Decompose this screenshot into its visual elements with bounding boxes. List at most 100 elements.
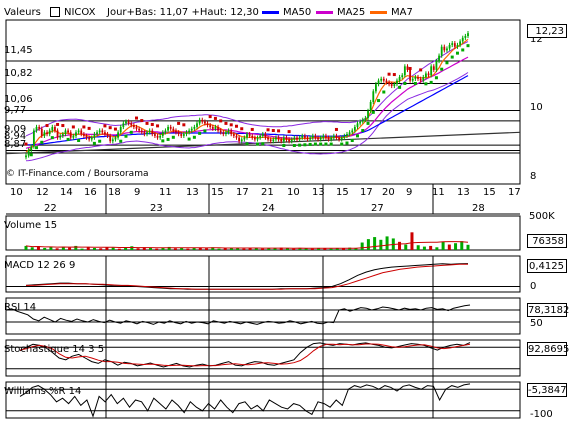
candle-body — [96, 132, 98, 135]
field-label: Valeurs — [4, 7, 41, 18]
candle-body — [348, 132, 351, 135]
volume-bar — [68, 247, 72, 250]
sar-dot — [240, 127, 244, 131]
candle-body — [148, 130, 151, 133]
sar-dot — [340, 142, 344, 146]
x-day-tick-label: 13 — [457, 187, 470, 198]
volume-bar — [466, 244, 470, 250]
sar-dot — [424, 82, 428, 86]
candle-body — [430, 66, 433, 76]
sar-dot — [56, 122, 60, 126]
sar-dot — [250, 127, 254, 131]
x-day-tick-label: 9 — [406, 187, 412, 198]
candle-body — [301, 135, 304, 138]
volume-bar — [435, 247, 439, 250]
candle-body — [27, 150, 30, 156]
candle-body — [409, 69, 412, 81]
williams-title: Williams %R 14 — [4, 386, 82, 397]
candle-body — [396, 80, 398, 85]
sar-dot — [71, 125, 75, 129]
candle-body — [417, 77, 419, 79]
candle-body — [380, 78, 383, 81]
x-day-tick-label: 12 — [36, 187, 49, 198]
candle-body — [56, 130, 59, 138]
candle-body — [77, 130, 80, 133]
candle-body — [325, 135, 327, 138]
candle-body — [219, 130, 222, 133]
sar-dot — [61, 124, 65, 128]
volume-bar — [416, 245, 420, 250]
candle-body — [346, 134, 348, 136]
candle-body — [222, 132, 225, 135]
price-range-text: Jour+Bas: 11,07 +Haut: 12,30 — [107, 7, 259, 18]
candle-body — [104, 132, 106, 135]
sar-dot — [271, 129, 275, 133]
volume-bar — [404, 244, 408, 250]
header-legend: Valeurs — [4, 6, 41, 20]
stoch-title: Stochastique 14 3 5 — [4, 344, 105, 355]
candle-body — [467, 33, 469, 37]
volume-bar — [460, 241, 464, 250]
ma7-swatch — [370, 10, 387, 14]
ticker-checkbox[interactable] — [50, 7, 60, 17]
volume-bar — [130, 246, 134, 250]
candle-body — [235, 135, 238, 138]
candle-body — [214, 126, 217, 129]
candle-body — [282, 137, 285, 142]
x-month-label: 27 — [371, 203, 384, 214]
volume-last-value: 76358 — [527, 234, 567, 248]
macd-line — [25, 263, 469, 290]
candle-body — [427, 73, 430, 76]
candle-body — [309, 137, 312, 140]
candle-body — [240, 139, 243, 142]
candle-body — [75, 132, 77, 136]
candle-body — [388, 82, 390, 85]
candle-body — [132, 125, 135, 127]
candle-body — [406, 66, 409, 70]
x-day-tick-label: 20 — [382, 187, 395, 198]
sar-dot — [408, 66, 412, 70]
x-day-tick-label: 21 — [261, 187, 274, 198]
candle-body — [293, 137, 296, 140]
candle-body — [311, 135, 314, 138]
candle-body — [359, 121, 362, 124]
sar-dot — [182, 123, 186, 127]
x-day-tick-label: 17 — [508, 187, 521, 198]
rsi-panel-frame — [5, 297, 521, 335]
candle-body — [369, 102, 372, 111]
sar-dot — [398, 85, 402, 89]
candle-body — [175, 130, 177, 133]
candle-body — [114, 137, 117, 140]
sar-dot — [361, 129, 365, 133]
candle-body — [227, 130, 230, 133]
candle-body — [401, 75, 404, 78]
sar-dot — [150, 122, 154, 126]
candle-body — [143, 132, 146, 135]
candle-body — [453, 43, 456, 47]
candle-body — [277, 137, 280, 140]
sar-dot — [382, 90, 386, 94]
x-day-tick-label: 17 — [360, 187, 373, 198]
candle-body — [146, 132, 148, 135]
sar-dot — [350, 139, 354, 143]
x-day-tick-label: 18 — [108, 187, 121, 198]
sar-dot — [35, 146, 39, 150]
candle-body — [190, 128, 193, 131]
sar-dot — [161, 139, 165, 143]
candle-body — [46, 132, 48, 135]
candle-body — [335, 135, 338, 138]
candle-body — [88, 137, 91, 140]
sar-dot — [92, 141, 96, 145]
candle-body — [251, 135, 254, 138]
sar-dot — [45, 124, 49, 128]
volume-bar — [441, 241, 445, 250]
sar-dot — [66, 137, 70, 141]
candle-body — [177, 132, 180, 135]
candle-body — [43, 132, 46, 136]
candle-body — [93, 134, 96, 138]
sar-dot — [145, 121, 149, 125]
candle-body — [451, 43, 454, 45]
volume-bar — [173, 248, 177, 250]
candle-body — [275, 137, 277, 140]
candle-body — [230, 130, 233, 135]
